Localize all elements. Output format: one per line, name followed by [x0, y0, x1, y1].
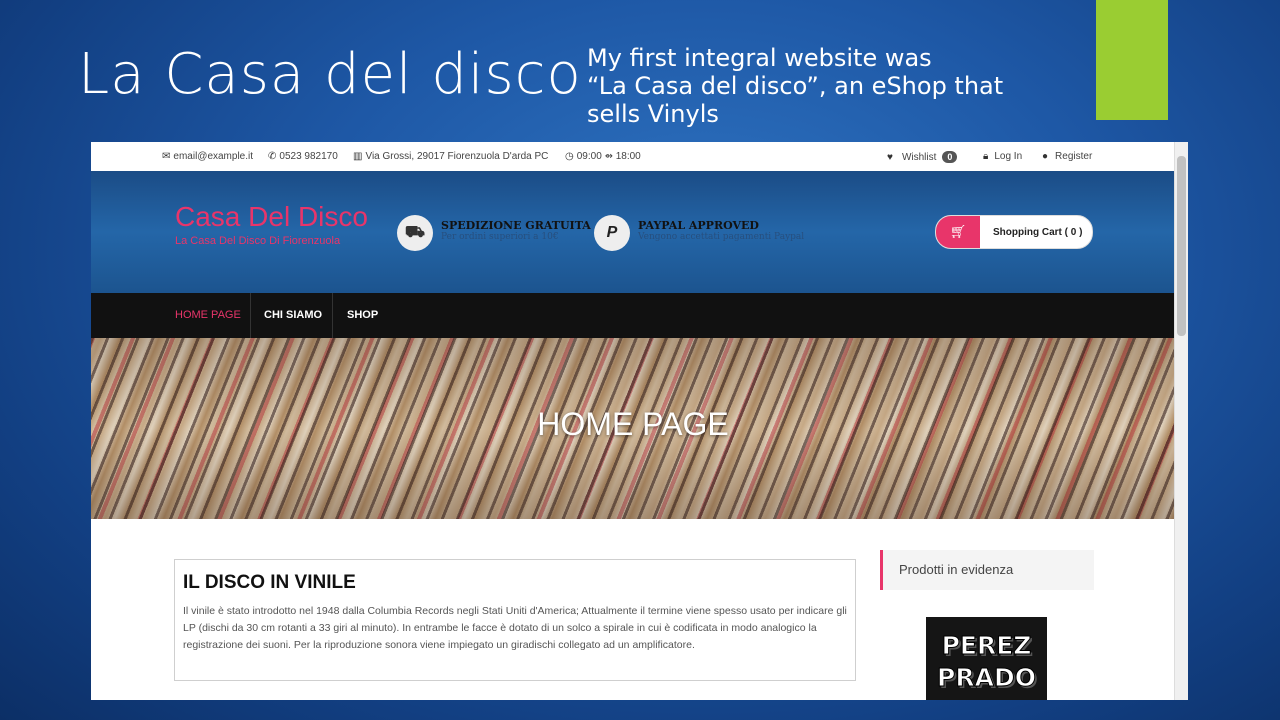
featured-product-image[interactable]: PEREZ PRADO — [926, 617, 1047, 700]
feature-text: Vengono accettati pagamenti Paypal — [638, 232, 805, 242]
feature-paypal: P PAYPAL APPROVED Vengono accettati paga… — [594, 215, 804, 251]
top-bar: ✉ email@example.it ✆ 0523 982170 ▥ Via G… — [91, 142, 1175, 172]
nav-item-shop[interactable]: SHOP — [347, 293, 378, 338]
cart-label: Shopping Cart ( 0 ) — [993, 226, 1083, 238]
lock-icon: 🔒︎ — [983, 151, 989, 162]
topbar-hours: ◷ 09:00 ⇴ 18:00 — [565, 151, 641, 162]
brand-logo[interactable]: Casa Del Disco — [175, 201, 368, 233]
login-label: Log In — [994, 151, 1023, 162]
nav-divider — [332, 293, 333, 338]
feature-title: SPEDIZIONE GRATUITA — [441, 219, 591, 232]
feature-title: PAYPAL APPROVED — [638, 219, 759, 232]
paypal-icon: P — [594, 215, 630, 251]
hours-text: 09:00 ⇴ 18:00 — [576, 151, 641, 162]
product-artist-line2: PRADO — [937, 663, 1037, 693]
featured-products-header: Prodotti in evidenza — [880, 550, 1094, 590]
slide-caption: My first integral website was “La Casa d… — [587, 44, 1004, 128]
nav-item-chi-siamo[interactable]: CHI SIAMO — [264, 293, 322, 338]
login-link[interactable]: 🔒︎ Log In — [983, 151, 1022, 162]
site-header: Casa Del Disco La Casa Del Disco Di Fior… — [91, 171, 1175, 293]
heart-icon: ♥ — [887, 151, 893, 163]
brand-subtitle: La Casa Del Disco Di Fiorenzuola — [175, 235, 341, 247]
address-text: Via Grossi, 29017 Fiorenzuola D'arda PC — [365, 151, 549, 162]
product-artist-line1: PEREZ — [941, 631, 1032, 661]
featured-products-title: Prodotti in evidenza — [899, 562, 1014, 577]
slide-title: La Casa del disco — [78, 42, 582, 107]
article-body: Il vinile è stato introdotto nel 1948 da… — [183, 605, 847, 651]
phone-text: 0523 982170 — [279, 151, 338, 162]
clock-icon: ◷ — [565, 151, 574, 162]
article-box: IL DISCO IN VINILE Il vinile è stato int… — [174, 559, 856, 681]
main-nav: HOME PAGE CHI SIAMO SHOP — [91, 293, 1175, 338]
shopping-cart-button[interactable]: 🛒︎ Shopping Cart ( 0 ) — [935, 215, 1093, 249]
envelope-icon: ✉ — [162, 151, 171, 162]
feature-free-shipping: ⛟ SPEDIZIONE GRATUITA Per ordini superio… — [397, 215, 591, 251]
register-label: Register — [1055, 151, 1093, 162]
website-screenshot: ✉ email@example.it ✆ 0523 982170 ▥ Via G… — [91, 142, 1188, 700]
hero-banner: HOME PAGE — [91, 338, 1175, 519]
wishlist-link[interactable]: ♥ Wishlist 0 — [887, 151, 958, 163]
register-link[interactable]: ● Register — [1042, 151, 1092, 162]
article-title: IL DISCO IN VINILE — [183, 572, 356, 593]
feature-text: Per ordini superiori a 10€ — [441, 232, 559, 242]
email-text: email@example.it — [173, 151, 254, 162]
phone-icon: ✆ — [268, 151, 277, 162]
cart-icon: 🛒︎ — [936, 216, 980, 248]
page-scrollbar[interactable] — [1174, 142, 1188, 700]
accent-bar — [1096, 0, 1168, 120]
hero-title: HOME PAGE — [537, 406, 729, 442]
scrollbar-thumb[interactable] — [1177, 156, 1186, 336]
topbar-phone[interactable]: ✆ 0523 982170 — [268, 151, 338, 162]
topbar-email[interactable]: ✉ email@example.it — [162, 151, 253, 162]
nav-divider — [250, 293, 251, 338]
topbar-address: ▥ Via Grossi, 29017 Fiorenzuola D'arda P… — [353, 151, 548, 162]
nav-item-home-page[interactable]: HOME PAGE — [175, 293, 241, 338]
truck-icon: ⛟ — [397, 215, 433, 251]
map-icon: ▥ — [353, 151, 363, 162]
wishlist-label: Wishlist — [901, 151, 937, 163]
wishlist-count-badge: 0 — [942, 151, 958, 163]
user-icon: ● — [1042, 151, 1049, 162]
